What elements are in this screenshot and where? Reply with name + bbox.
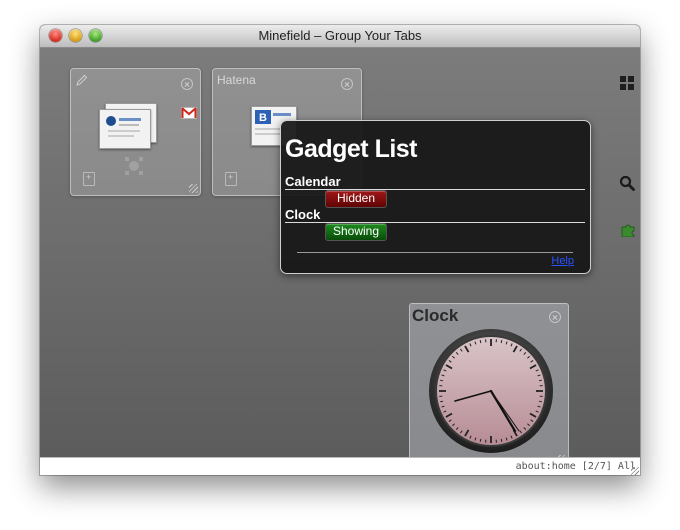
window-resize-grip[interactable] (631, 467, 639, 475)
stack-expand-icon[interactable] (123, 155, 145, 177)
browser-window: Minefield – Group Your Tabs + Hatena B +… (40, 25, 640, 475)
analog-clock-face (429, 329, 553, 453)
tab-groups-canvas[interactable]: Hatena B Gadget List Calendar Hidden Clo… (40, 48, 640, 467)
calendar-visibility-toggle[interactable]: Hidden (325, 190, 387, 208)
close-group-icon[interactable] (341, 78, 353, 90)
window-title: Minefield – Group Your Tabs (258, 28, 422, 43)
clock-gadget[interactable]: Clock (409, 303, 569, 467)
clock-tick (538, 379, 542, 382)
gadget-name-calendar: Calendar (285, 174, 341, 189)
clock-tick (440, 379, 444, 382)
help-link[interactable]: Help (551, 255, 574, 267)
pencil-icon[interactable] (75, 74, 88, 87)
clock-tick (479, 438, 482, 442)
clock-tick (500, 340, 503, 344)
grid-icon[interactable] (620, 76, 634, 90)
status-bar: about:home [2/7] All (40, 457, 640, 475)
gadget-list-title: Gadget List (285, 135, 418, 163)
clock-tick (479, 340, 482, 344)
new-tab-icon[interactable] (225, 172, 237, 186)
clock-tick (538, 400, 542, 403)
gadget-list-panel: Gadget List Calendar Hidden Clock Showin… (280, 120, 591, 274)
tab-thumbnail[interactable] (99, 109, 151, 149)
clock-tick (440, 400, 444, 403)
status-text: about:home [2/7] All (515, 461, 636, 472)
clock-tick (500, 438, 503, 442)
resize-handle[interactable] (189, 184, 198, 193)
title-bar[interactable]: Minefield – Group Your Tabs (40, 25, 640, 48)
close-gadget-icon[interactable] (549, 311, 561, 323)
gmail-icon (181, 107, 197, 119)
divider (297, 252, 573, 253)
puzzle-icon[interactable] (621, 223, 636, 237)
clock-gadget-title: Clock (412, 306, 459, 325)
new-tab-icon[interactable] (83, 172, 95, 186)
tab-group-title[interactable]: Hatena (217, 73, 256, 87)
search-icon[interactable] (619, 175, 635, 191)
page-preview (106, 116, 141, 137)
gadget-name-clock: Clock (285, 207, 321, 222)
close-group-icon[interactable] (181, 78, 193, 90)
svg-text:B: B (259, 112, 267, 124)
tab-group[interactable] (70, 68, 201, 196)
clock-visibility-toggle[interactable]: Showing (325, 223, 387, 241)
